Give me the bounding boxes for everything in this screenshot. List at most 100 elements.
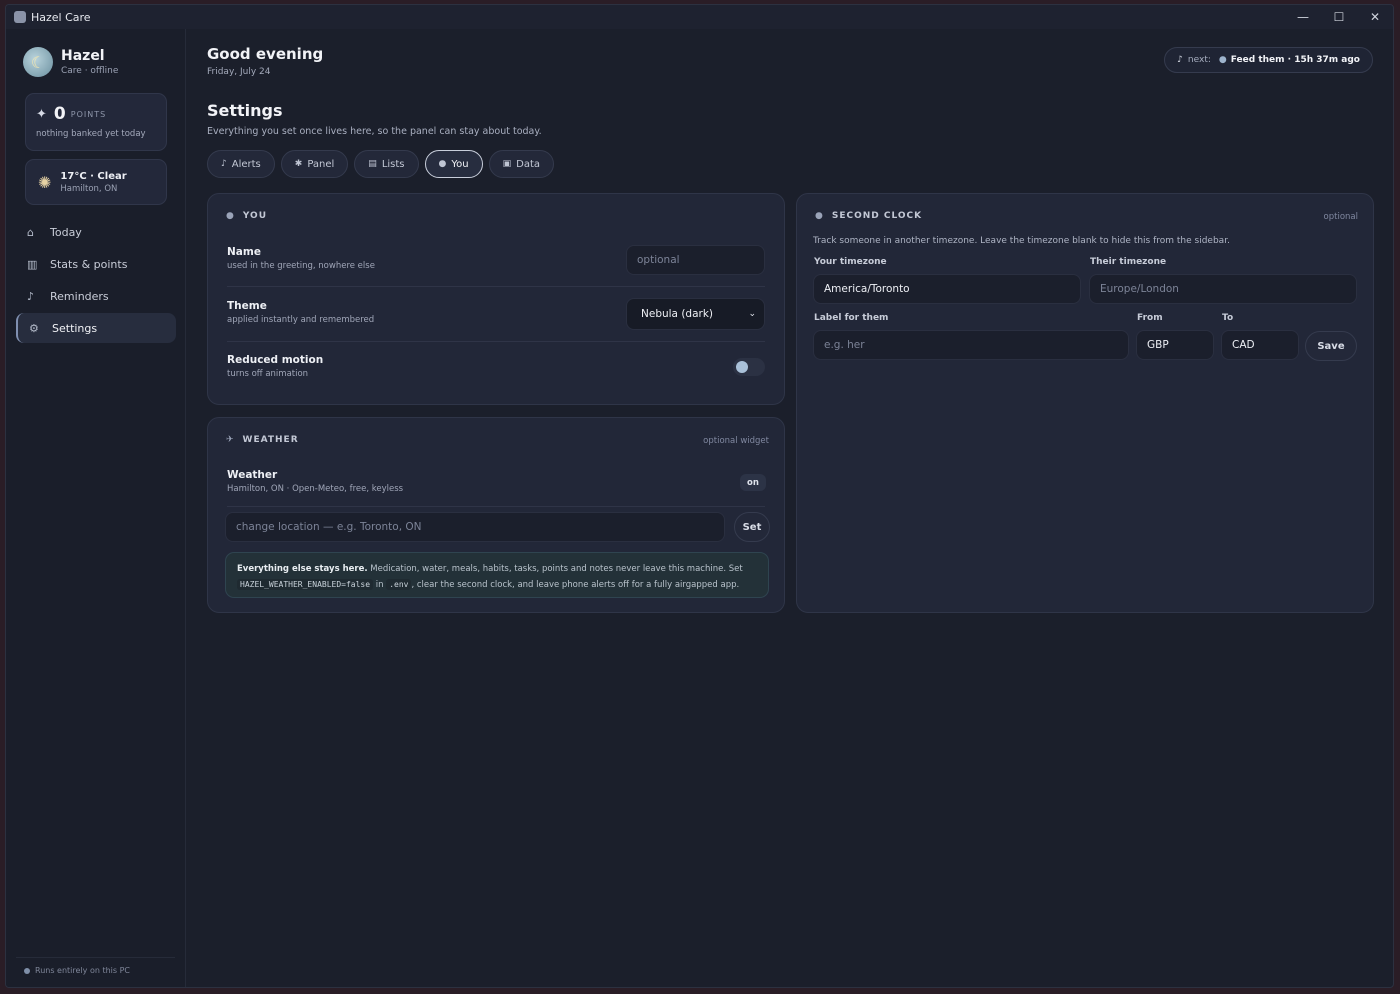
save-button[interactable]: Save	[1305, 331, 1357, 361]
label-for-them-input[interactable]: e.g. her	[813, 330, 1129, 360]
points-value: 0	[53, 104, 66, 124]
your-timezone-input[interactable]: America/Toronto	[813, 274, 1081, 304]
clock-description: Track someone in another timezone. Leave…	[813, 236, 1230, 246]
greeting: Good evening	[207, 45, 324, 63]
footer-text: Runs entirely on this PC	[35, 966, 130, 975]
your-timezone-label: Your timezone	[814, 257, 887, 267]
minimize-button[interactable]: —	[1285, 5, 1321, 29]
sidebar-nav: ⌂ Today ▥ Stats & points ♪ Reminders ⚙ S…	[16, 217, 176, 345]
weather-temp: 17°C · Clear	[60, 170, 127, 182]
list-icon: ▤	[368, 159, 377, 169]
location-input[interactable]: change location — e.g. Toronto, ON	[225, 512, 725, 542]
privacy-note-text: , clear the second clock, and leave phon…	[411, 580, 740, 590]
points-label: POINTS	[70, 109, 107, 119]
tab-data[interactable]: ▣ Data	[488, 150, 555, 178]
tab-you[interactable]: ● You	[424, 150, 483, 178]
tab-label: Lists	[381, 158, 405, 170]
weather-panel: ✈ WEATHER optional widget Weather Hamilt…	[207, 417, 785, 613]
weather-location: Hamilton, ON	[60, 183, 118, 194]
to-currency-input[interactable]: CAD	[1221, 330, 1299, 360]
privacy-note-text: in	[373, 580, 387, 590]
window-title: Hazel Care	[31, 10, 91, 24]
current-date: Friday, July 24	[207, 67, 271, 77]
tab-panel[interactable]: ✱ Panel	[280, 150, 349, 178]
privacy-note: Everything else stays here. Medication, …	[225, 552, 769, 598]
house-icon: ⌂	[27, 225, 34, 239]
sidebar-item-today[interactable]: ⌂ Today	[16, 217, 176, 247]
motion-label: Reduced motion	[227, 354, 324, 366]
to-label: To	[1222, 313, 1234, 323]
points-note: nothing banked yet today	[36, 129, 146, 139]
name-input[interactable]: optional	[626, 245, 765, 275]
set-location-button[interactable]: Set	[734, 512, 770, 542]
you-panel: ● YOU Name used in the greeting, nowhere…	[207, 193, 785, 405]
brand: ☾ Hazel Care · offline	[23, 47, 118, 77]
tab-alerts[interactable]: ♪ Alerts	[207, 150, 275, 178]
next-label: next:	[1187, 55, 1211, 65]
their-timezone-input[interactable]: Europe/London	[1089, 274, 1357, 304]
weather-hint: Hamilton, ON · Open-Meteo, free, keyless	[227, 484, 404, 494]
sidebar-item-reminders[interactable]: ♪ Reminders	[16, 281, 176, 311]
main-content: Good evening Friday, July 24 ♪ next: ● F…	[187, 29, 1393, 987]
theme-select[interactable]: Nebula (dark) ⌄	[626, 298, 765, 330]
lock-icon: ▣	[502, 159, 512, 169]
weather-status-badge[interactable]: on	[740, 474, 766, 491]
bell-icon: ♪	[27, 289, 35, 303]
points-card[interactable]: ✦ 0 POINTS nothing banked yet today	[25, 93, 167, 151]
brand-status: Care · offline	[61, 66, 119, 76]
tab-label: Data	[516, 158, 541, 170]
sidebar: ☾ Hazel Care · offline ✦ 0 POINTS nothin…	[6, 29, 186, 987]
from-currency-input[interactable]: GBP	[1136, 330, 1214, 360]
motion-hint: turns off animation	[227, 369, 309, 379]
divider	[227, 506, 765, 507]
puzzle-icon: ✱	[294, 159, 303, 169]
divider	[227, 341, 765, 342]
sidebar-item-stats[interactable]: ▥ Stats & points	[16, 249, 176, 279]
divider	[227, 286, 765, 287]
person-icon: ●	[226, 211, 235, 221]
title-bar: Hazel Care — ☐ ✕	[6, 5, 1393, 29]
weather-card[interactable]: ✺ 17°C · Clear Hamilton, ON	[25, 159, 167, 205]
you-panel-heading: YOU	[242, 211, 268, 221]
chart-icon: ▥	[27, 257, 38, 271]
settings-tabs: ♪ Alerts ✱ Panel ▤ Lists ● You ▣ Data	[207, 150, 560, 178]
next-value: Feed them · 15h 37m ago	[1230, 55, 1360, 65]
second-clock-panel: ● SECOND CLOCK optional Track someone in…	[796, 193, 1374, 613]
next-reminder-pill[interactable]: ♪ next: ● Feed them · 15h 37m ago	[1164, 47, 1373, 73]
env-file-code: .env	[386, 579, 412, 590]
feed-icon: ●	[1218, 55, 1227, 65]
sparkle-icon: ✦	[36, 106, 47, 122]
page-subtitle: Everything you set once lives here, so t…	[207, 126, 542, 137]
tab-lists[interactable]: ▤ Lists	[354, 150, 419, 178]
sidebar-item-label: Reminders	[50, 289, 109, 303]
app-logo-icon	[14, 11, 26, 23]
sidebar-item-settings[interactable]: ⚙ Settings	[16, 313, 176, 343]
sidebar-item-label: Settings	[52, 321, 98, 335]
clock-panel-heading: SECOND CLOCK	[831, 211, 923, 221]
tab-label: You	[451, 158, 469, 170]
tab-label: Alerts	[231, 158, 261, 170]
globe-icon: ●	[815, 211, 824, 221]
tab-label: Panel	[307, 158, 335, 170]
privacy-note-text: Medication, water, meals, habits, tasks,…	[367, 564, 743, 574]
person-icon: ●	[438, 159, 447, 169]
sun-icon: ✺	[38, 172, 52, 192]
weather-label: Weather	[227, 469, 278, 481]
maximize-button[interactable]: ☐	[1321, 5, 1357, 29]
privacy-note-bold: Everything else stays here.	[237, 564, 368, 574]
weather-panel-tag: optional widget	[703, 436, 769, 446]
app-window: Hazel Care — ☐ ✕ ☾ Hazel Care · offline …	[5, 4, 1394, 988]
status-dot-icon	[24, 967, 30, 974]
their-timezone-label: Their timezone	[1090, 257, 1167, 267]
env-var-code: HAZEL_WEATHER_ENABLED=false	[237, 579, 374, 590]
sidebar-footer: Runs entirely on this PC	[16, 957, 175, 975]
gear-icon: ⚙	[29, 321, 39, 335]
reduced-motion-toggle[interactable]	[733, 358, 765, 376]
close-button[interactable]: ✕	[1357, 5, 1393, 29]
theme-value: Nebula (dark)	[641, 308, 714, 320]
chevron-down-icon: ⌄	[748, 309, 756, 319]
bell-icon: ♪	[221, 159, 227, 169]
label-for-them-label: Label for them	[814, 313, 889, 323]
sidebar-item-label: Stats & points	[50, 257, 128, 271]
from-label: From	[1137, 313, 1163, 323]
